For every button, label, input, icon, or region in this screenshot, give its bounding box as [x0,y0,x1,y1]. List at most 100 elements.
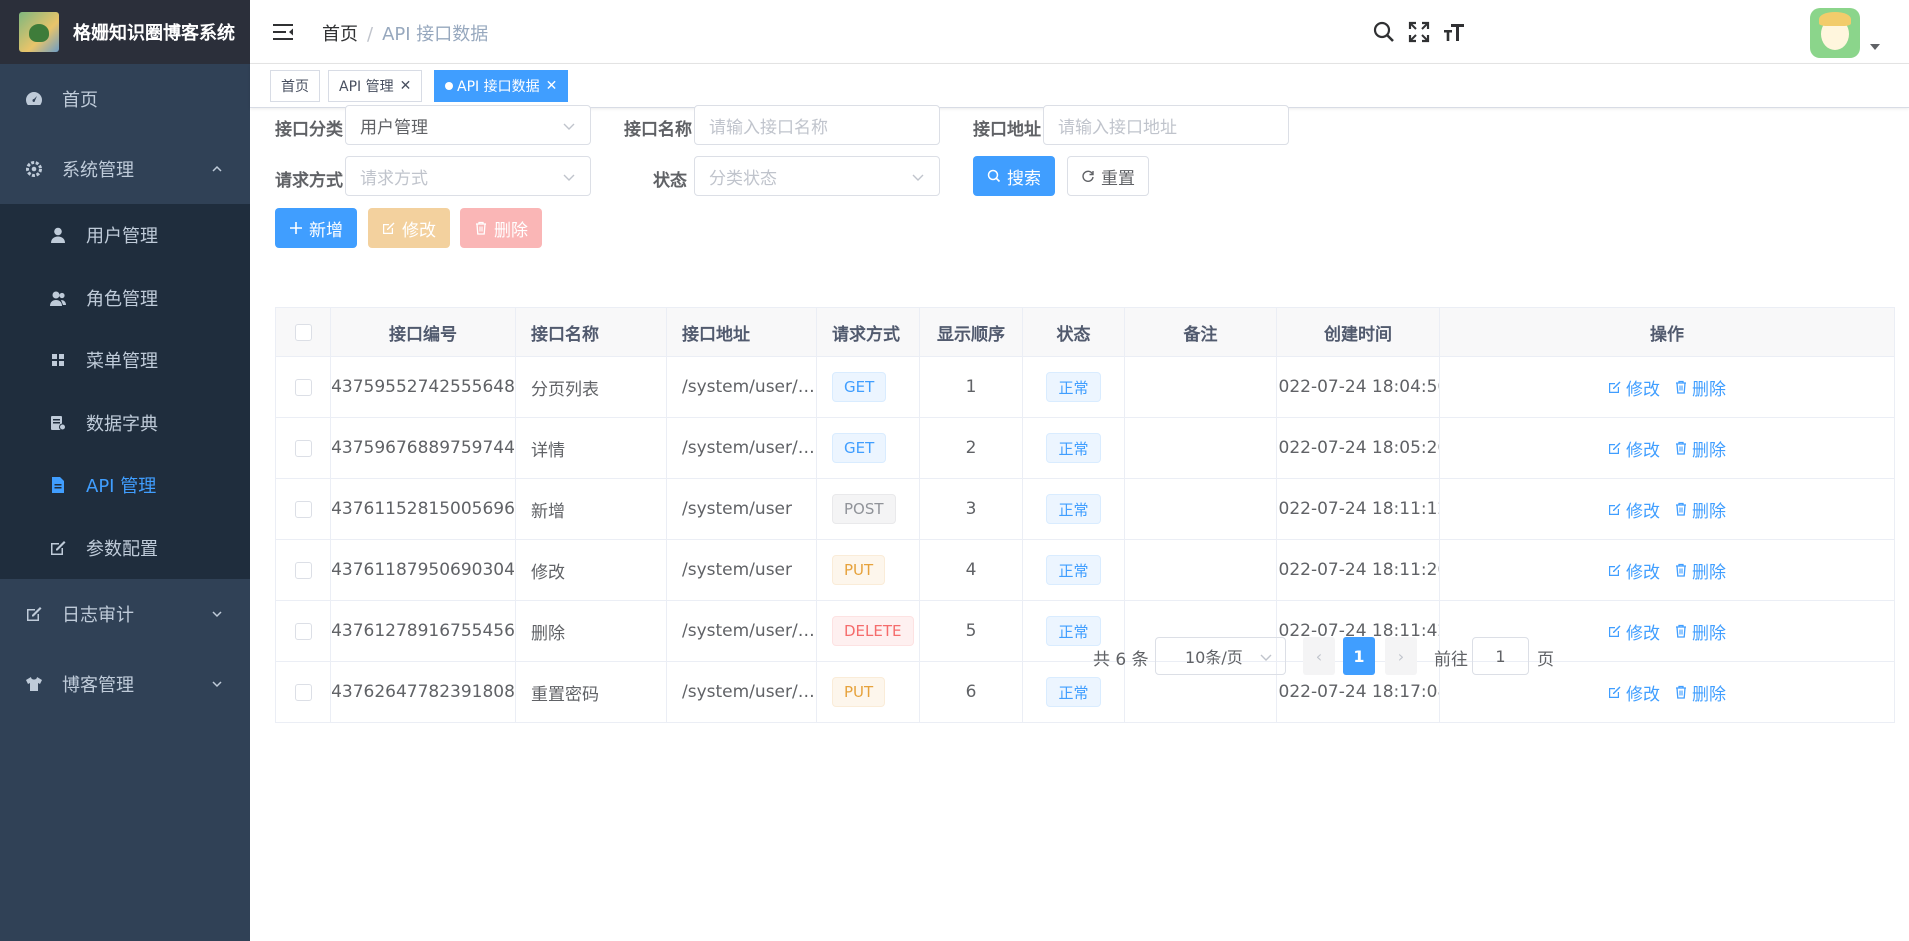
user-icon [48,225,68,245]
close-icon[interactable]: ✕ [546,78,558,94]
prev-page-button[interactable]: ‹ [1303,637,1335,675]
row-delete-button[interactable]: 删除 [1674,558,1726,583]
header-method[interactable]: 请求方式 [817,308,920,356]
row-delete-label: 删除 [1692,684,1726,705]
cell-remark [1125,540,1277,600]
cell-created: 2022-07-24 18:04:50 [1277,357,1440,417]
app-title: 格姗知识圈博客系统 [73,23,235,44]
sidebar-item-label: 首页 [62,90,98,111]
row-delete-button[interactable]: 删除 [1674,680,1726,705]
breadcrumb-home[interactable]: 首页 [322,24,358,45]
table-row: 43762647782391808 重置密码 /system/user/res…… [276,662,1894,723]
header-status[interactable]: 状态 [1023,308,1125,356]
cell-method: PUT [817,662,920,722]
row-edit-button[interactable]: 修改 [1608,375,1660,400]
tag-api-manage[interactable]: API 管理 ✕ [328,70,423,102]
sidebar-item-system[interactable]: 系统管理 [0,134,250,204]
sidebar-item-dict[interactable]: 数据字典 [0,392,250,455]
sidebar-item-label: 参数配置 [86,538,158,560]
row-delete-label: 删除 [1692,440,1726,461]
cell-status: 正常 [1023,662,1125,722]
edit-icon [1608,563,1622,577]
header-remark[interactable]: 备注 [1125,308,1277,356]
trash-icon [1674,441,1688,455]
reset-button[interactable]: 重置 [1067,156,1149,196]
add-button[interactable]: 新增 [275,208,357,248]
url-placeholder: 请输入接口地址 [1058,117,1177,138]
select-all-checkbox[interactable] [294,323,312,341]
reset-button-label: 重置 [1101,168,1135,189]
row-checkbox[interactable] [294,500,312,518]
edit-icon [1608,624,1622,638]
sidebar-item-users[interactable]: 用户管理 [0,204,250,267]
row-delete-button[interactable]: 删除 [1674,619,1726,644]
cell-order: 4 [920,540,1023,600]
cell-status: 正常 [1023,479,1125,539]
logo[interactable]: 格姗知识圈博客系统 [0,0,250,64]
goto-page-input[interactable]: 1 [1472,637,1529,675]
url-input[interactable]: 请输入接口地址 [1043,105,1289,145]
method-select[interactable]: 请求方式 [345,156,591,196]
name-input[interactable]: 请输入接口名称 [694,105,940,145]
sidebar-item-label: 系统管理 [62,160,134,181]
header-order[interactable]: 显示顺序 [920,308,1023,356]
close-icon[interactable]: ✕ [400,78,412,94]
trash-icon [1674,563,1688,577]
search-icon[interactable] [1372,20,1396,44]
row-checkbox[interactable] [294,622,312,640]
cell-name: 修改 [516,540,667,600]
sidebar-item-audit[interactable]: 日志审计 [0,579,250,649]
row-delete-button[interactable]: 删除 [1674,436,1726,461]
chevron-up-icon [210,162,224,176]
edit-button[interactable]: 修改 [368,208,450,248]
delete-button[interactable]: 删除 [460,208,542,248]
sidebar-item-config[interactable]: 参数配置 [0,517,250,580]
row-delete-button[interactable]: 删除 [1674,375,1726,400]
header-url[interactable]: 接口地址 [667,308,817,356]
table-row: 43759676889759744 详情 /system/user/get… G… [276,418,1894,479]
row-edit-button[interactable]: 修改 [1608,497,1660,522]
sidebar-item-blog[interactable]: 博客管理 [0,649,250,719]
main-content: 接口分类 用户管理 接口名称 请输入接口名称 接口地址 请输入接口地址 请求方式… [250,105,1909,941]
tag-label: 首页 [281,79,309,95]
sidebar-item-roles[interactable]: 角色管理 [0,267,250,330]
header-created[interactable]: 创建时间 [1277,308,1440,356]
row-checkbox[interactable] [294,439,312,457]
header-id[interactable]: 接口编号 [331,308,516,356]
header-name[interactable]: 接口名称 [516,308,667,356]
row-edit-button[interactable]: 修改 [1608,680,1660,705]
row-edit-button[interactable]: 修改 [1608,619,1660,644]
row-edit-button[interactable]: 修改 [1608,436,1660,461]
page-size-select[interactable]: 10条/页 [1155,637,1286,675]
tag-home[interactable]: 首页 [270,70,320,102]
cell-url-text: /system/user [682,499,792,519]
avatar[interactable] [1810,8,1860,58]
hamburger-icon[interactable] [272,21,294,43]
tag-api-data[interactable]: API 接口数据 ✕ [434,70,569,102]
category-select[interactable]: 用户管理 [345,105,591,145]
grid-icon [48,350,68,370]
cell-url: /system/user [667,479,817,539]
row-edit-button[interactable]: 修改 [1608,558,1660,583]
search-button[interactable]: 搜索 [973,156,1055,196]
row-checkbox[interactable] [294,561,312,579]
row-checkbox[interactable] [294,378,312,396]
fullscreen-icon[interactable] [1407,20,1431,44]
cell-url-text: /system/user/res… [682,682,816,702]
cell-remark [1125,357,1277,417]
next-page-button[interactable]: › [1385,637,1417,675]
status-select[interactable]: 分类状态 [694,156,940,196]
page-1-button[interactable]: 1 [1343,637,1375,675]
tags-view: 首页 API 管理 ✕ API 接口数据 ✕ [250,64,1909,108]
cell-url: /system/user/get… [667,418,817,478]
caret-down-icon[interactable] [1870,44,1880,50]
sidebar-item-api[interactable]: API 管理 [0,454,250,517]
row-delete-button[interactable]: 删除 [1674,497,1726,522]
plus-icon [289,221,303,235]
cell-name: 新增 [516,479,667,539]
row-edit-label: 修改 [1626,623,1660,644]
row-checkbox[interactable] [294,683,312,701]
sidebar-item-home[interactable]: 首页 [0,64,250,134]
font-size-icon[interactable] [1442,20,1466,44]
sidebar-item-menus[interactable]: 菜单管理 [0,329,250,392]
